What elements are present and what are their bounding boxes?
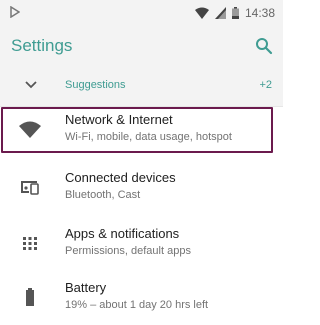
settings-item-network[interactable]: Network & Internet Wi-Fi, mobile, data u… (0, 104, 283, 156)
suggestions-count: +2 (259, 79, 272, 91)
settings-item-subtitle: 19% – about 1 day 20 hrs left (65, 299, 209, 311)
settings-item-battery[interactable]: Battery 19% – about 1 day 20 hrs left (0, 272, 283, 324)
devices-icon (21, 181, 39, 195)
settings-item-connected-devices[interactable]: Connected devices Bluetooth, Cast (0, 162, 283, 214)
wifi-icon (19, 121, 41, 138)
settings-item-subtitle: Wi-Fi, mobile, data usage, hotspot (65, 131, 232, 143)
settings-item-title: Network & Internet (65, 112, 173, 127)
suggestions-row[interactable]: Suggestions +2 (0, 66, 283, 107)
signal-icon (214, 7, 226, 19)
settings-item-title: Connected devices (65, 170, 176, 185)
suggestions-label: Suggestions (65, 79, 126, 91)
settings-item-title: Apps & notifications (65, 226, 180, 241)
chevron-down-icon (25, 81, 37, 89)
settings-item-subtitle: Bluetooth, Cast (65, 189, 141, 201)
search-icon[interactable] (255, 37, 273, 55)
battery-icon (26, 288, 34, 306)
battery-icon (231, 7, 239, 19)
page-title: Settings (11, 36, 73, 55)
settings-item-title: Battery (65, 280, 107, 295)
settings-item-apps[interactable]: Apps & notifications Permissions, defaul… (0, 218, 283, 270)
notification-icon (10, 6, 20, 18)
app-bar: Settings (0, 26, 283, 66)
apps-grid-icon (23, 237, 37, 250)
status-bar: 14:38 (0, 0, 283, 26)
wifi-icon (194, 7, 209, 19)
status-time: 14:38 (244, 6, 275, 20)
settings-item-subtitle: Permissions, default apps (65, 245, 191, 257)
